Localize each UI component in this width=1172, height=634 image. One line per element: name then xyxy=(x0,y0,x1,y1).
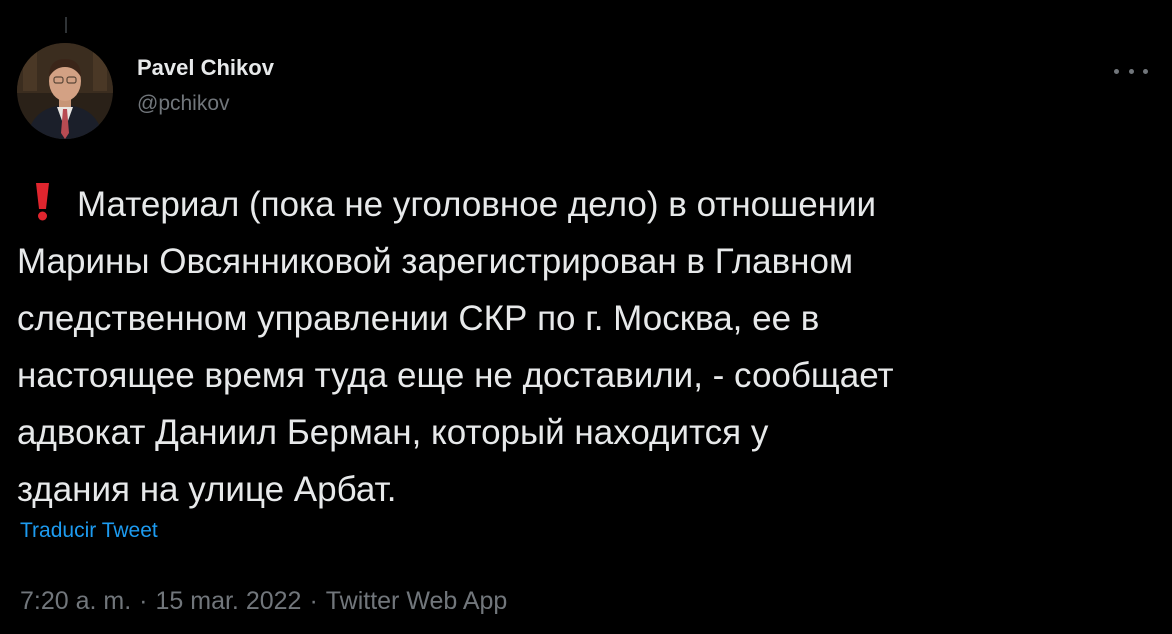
avatar[interactable] xyxy=(17,43,113,139)
more-options-button[interactable] xyxy=(1114,60,1148,82)
more-options-icon xyxy=(1114,68,1119,74)
translate-tweet-link[interactable]: Traducir Tweet xyxy=(20,517,158,545)
author-handle[interactable]: @pchikov xyxy=(137,89,274,119)
tweet-time[interactable]: 7:20 a. m. xyxy=(20,587,131,615)
thread-connector-line xyxy=(65,17,67,33)
more-options-icon-dot xyxy=(1128,68,1134,74)
tweet-metadata: 7:20 a. m. · 15 mar. 2022 · Twitter Web App xyxy=(20,585,507,617)
tweet-date[interactable]: 15 mar. 2022 xyxy=(156,587,302,615)
more-options-icon-dot xyxy=(1143,68,1148,74)
tweet-body: Материал (пока не уголовное дело) в отно… xyxy=(17,176,1157,518)
author-name[interactable]: Pavel Chikov xyxy=(137,53,274,83)
author-block[interactable]: Pavel Chikov @pchikov xyxy=(137,53,274,119)
exclamation-mark-icon xyxy=(34,181,51,221)
tweet-source[interactable]: Twitter Web App xyxy=(326,587,508,615)
meta-separator: · xyxy=(309,587,318,615)
tweet-text: Материал (пока не уголовное дело) в отно… xyxy=(17,185,894,509)
meta-separator: · xyxy=(139,587,148,615)
